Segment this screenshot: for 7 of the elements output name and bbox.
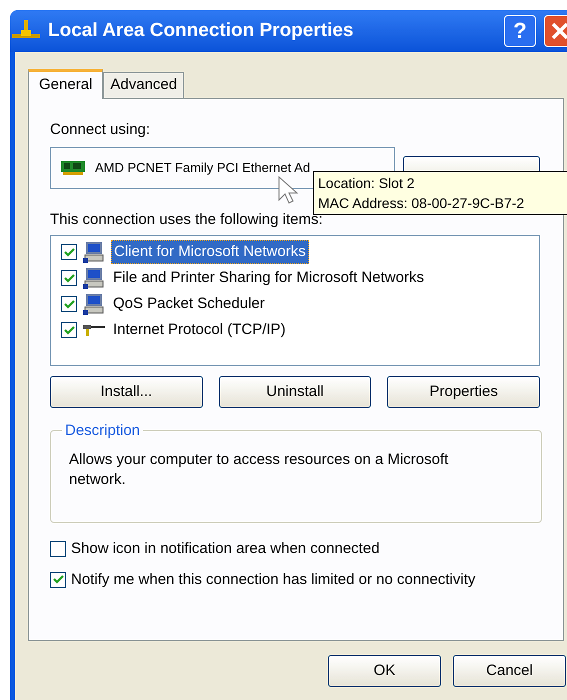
connect-using-label: Connect using: xyxy=(50,120,152,140)
option-label: Notify me when this connection has limited or no connectivity xyxy=(71,570,476,590)
window-title: Local Area Connection Properties xyxy=(48,18,354,43)
description-text: Allows your computer to access resources on a Microsoft network. xyxy=(69,450,450,490)
adapter-name: AMD PCNET Family PCI Ethernet Ad xyxy=(95,158,310,177)
option-label: Show icon in notification area when connected xyxy=(71,539,380,559)
tooltip-line: Location: Slot 2 xyxy=(318,174,415,193)
